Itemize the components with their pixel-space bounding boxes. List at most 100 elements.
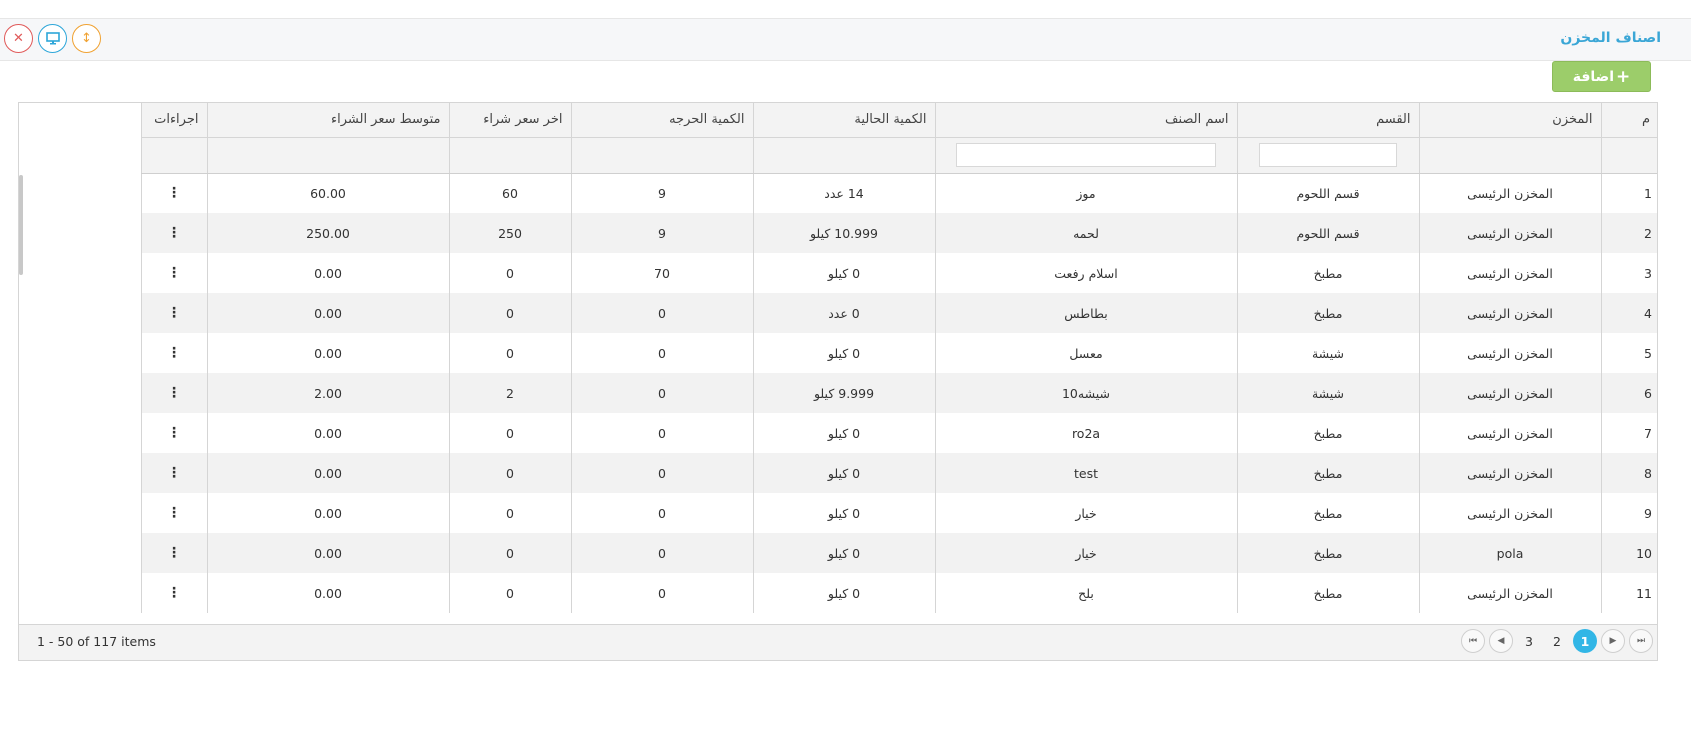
- table-row[interactable]: 4 المخزن الرئيسى مطبخ بطاطس 0 عدد 0 0 0.00 ⋮: [140, 293, 1657, 333]
- panel-title: اصناف المخزن: [1560, 30, 1661, 46]
- table-cell: 10.999 كيلو: [752, 213, 935, 253]
- close-button[interactable]: ✕: [4, 24, 33, 53]
- table-row[interactable]: 6 المخزن الرئيسى شيشة شيشه10 9.999 كيلو 0 2 2.0…: [140, 373, 1657, 413]
- table-cell: 0: [448, 493, 571, 533]
- more-actions-icon[interactable]: ⋮: [167, 465, 181, 481]
- more-actions-icon[interactable]: ⋮: [167, 345, 181, 361]
- table-cell: المخزن الرئيسى: [1418, 253, 1601, 293]
- table-row[interactable]: 2 المخزن الرئيسى قسم اللحوم لحمه 10.999 كيلو…: [140, 213, 1657, 253]
- resize-icon: ↕: [81, 31, 92, 46]
- table-cell: 0: [570, 573, 753, 613]
- table-cell: 0 كيلو: [752, 333, 935, 373]
- table-row[interactable]: 1 المخزن الرئيسى قسم اللحوم موز 14 عدد 9 60 60.…: [140, 173, 1657, 213]
- table-cell: 9: [1600, 493, 1657, 533]
- table-row[interactable]: 10 pola مطبخ خيار 0 كيلو 0 0 0.00 ⋮: [140, 533, 1657, 573]
- add-button[interactable]: + اضافة: [1552, 61, 1651, 92]
- more-actions-icon[interactable]: ⋮: [167, 425, 181, 441]
- fullscreen-button[interactable]: [38, 24, 67, 53]
- table-cell: ro2a: [934, 413, 1237, 453]
- table-cell: مطبخ: [1236, 293, 1419, 333]
- col-header[interactable]: اسم الصنف: [934, 103, 1237, 138]
- table-cell: 0: [570, 533, 753, 573]
- table-cell: 2.00: [206, 373, 449, 413]
- table-cell: 0.00: [206, 573, 449, 613]
- item-name-filter-input[interactable]: [956, 143, 1216, 167]
- next-page-button[interactable]: ▶: [1601, 629, 1625, 653]
- col-header[interactable]: القسم: [1236, 103, 1419, 138]
- more-actions-icon[interactable]: ⋮: [167, 585, 181, 601]
- last-page-icon: ⏭: [1636, 636, 1646, 646]
- page-2-button[interactable]: 2: [1545, 629, 1569, 653]
- table-cell: 0: [570, 413, 753, 453]
- table-cell: بطاطس: [934, 293, 1237, 333]
- table-row[interactable]: 3 المخزن الرئيسى مطبخ اسلام رفعت 0 كيلو 70 0 0.…: [140, 253, 1657, 293]
- table-cell: مطبخ: [1236, 573, 1419, 613]
- table-cell: 0: [570, 333, 753, 373]
- col-header[interactable]: متوسط سعر الشراء: [206, 103, 449, 138]
- table-row[interactable]: 5 المخزن الرئيسى شيشة معسل 0 كيلو 0 0 0.00 ⋮: [140, 333, 1657, 373]
- more-actions-icon[interactable]: ⋮: [167, 185, 181, 201]
- first-page-button[interactable]: ⏮: [1461, 629, 1485, 653]
- resize-button[interactable]: ↕: [72, 24, 101, 53]
- more-actions-icon[interactable]: ⋮: [167, 265, 181, 281]
- col-header[interactable]: اخر سعر شراء: [448, 103, 571, 138]
- table-cell: المخزن الرئيسى: [1418, 413, 1601, 453]
- table-filter-row: [140, 137, 1657, 174]
- col-header[interactable]: الكمية الحرجه: [570, 103, 753, 138]
- table-cell: شيشه10: [934, 373, 1237, 413]
- table-row[interactable]: 7 المخزن الرئيسى مطبخ ro2a 0 كيلو 0 0 0.00 ⋮: [140, 413, 1657, 453]
- table-cell: 0 كيلو: [752, 253, 935, 293]
- table-cell: 0.00: [206, 253, 449, 293]
- monitor-icon: [45, 32, 60, 45]
- col-header[interactable]: المخزن: [1418, 103, 1601, 138]
- more-actions-icon[interactable]: ⋮: [167, 545, 181, 561]
- col-header[interactable]: الكمية الحالية: [752, 103, 935, 138]
- table-cell: مطبخ: [1236, 253, 1419, 293]
- table-cell: شيشة: [1236, 333, 1419, 373]
- add-button-label: اضافة: [1572, 68, 1614, 85]
- table-row[interactable]: 11 المخزن الرئيسى مطبخ بلح 0 كيلو 0 0 0.00 ⋮: [140, 573, 1657, 613]
- table-row[interactable]: 9 المخزن الرئيسى مطبخ خيار 0 كيلو 0 0 0.00 ⋮: [140, 493, 1657, 533]
- page-3-button[interactable]: 3: [1517, 629, 1541, 653]
- vertical-scrollbar[interactable]: [19, 175, 23, 275]
- table-cell: معسل: [934, 333, 1237, 373]
- section-filter-input[interactable]: [1259, 143, 1397, 167]
- actions-cell: ⋮: [140, 413, 207, 453]
- table-cell: موز: [934, 173, 1237, 213]
- table-cell: مطبخ: [1236, 453, 1419, 493]
- next-page-icon: ▶: [1609, 636, 1617, 646]
- actions-cell: ⋮: [140, 573, 207, 613]
- table-cell: 9: [570, 173, 753, 213]
- table-cell: 2: [1600, 213, 1657, 253]
- col-header: اجراءات: [140, 103, 207, 138]
- prev-page-button[interactable]: ◀: [1489, 629, 1513, 653]
- table-cell: المخزن الرئيسى: [1418, 213, 1601, 253]
- more-actions-icon[interactable]: ⋮: [167, 505, 181, 521]
- table-cell: لحمه: [934, 213, 1237, 253]
- header-buttons: ✕ ↕: [4, 24, 101, 53]
- panel-header: اصناف المخزن ✕ ↕: [0, 19, 1691, 61]
- pager: ⏮ ◀ 3 2 1 ▶ ⏭: [1461, 629, 1653, 653]
- table-cell: 0.00: [206, 493, 449, 533]
- table-cell: 0.00: [206, 453, 449, 493]
- table-cell: 5: [1600, 333, 1657, 373]
- table-row[interactable]: 8 المخزن الرئيسى مطبخ test 0 كيلو 0 0 0.00 ⋮: [140, 453, 1657, 493]
- table-cell: قسم اللحوم: [1236, 173, 1419, 213]
- more-actions-icon[interactable]: ⋮: [167, 385, 181, 401]
- table-cell: مطبخ: [1236, 413, 1419, 453]
- close-icon: ✕: [13, 31, 24, 46]
- table-cell: 250: [448, 213, 571, 253]
- table-cell: 0: [448, 293, 571, 333]
- table-cell: 9: [570, 213, 753, 253]
- last-page-button[interactable]: ⏭: [1629, 629, 1653, 653]
- table-cell: 9.999 كيلو: [752, 373, 935, 413]
- more-actions-icon[interactable]: ⋮: [167, 225, 181, 241]
- page-1-button[interactable]: 1: [1573, 629, 1597, 653]
- table-cell: 0 عدد: [752, 293, 935, 333]
- table-cell: قسم اللحوم: [1236, 213, 1419, 253]
- table-cell: اسلام رفعت: [934, 253, 1237, 293]
- col-header[interactable]: م: [1600, 103, 1657, 138]
- more-actions-icon[interactable]: ⋮: [167, 305, 181, 321]
- actions-cell: ⋮: [140, 533, 207, 573]
- table-cell: 60.00: [206, 173, 449, 213]
